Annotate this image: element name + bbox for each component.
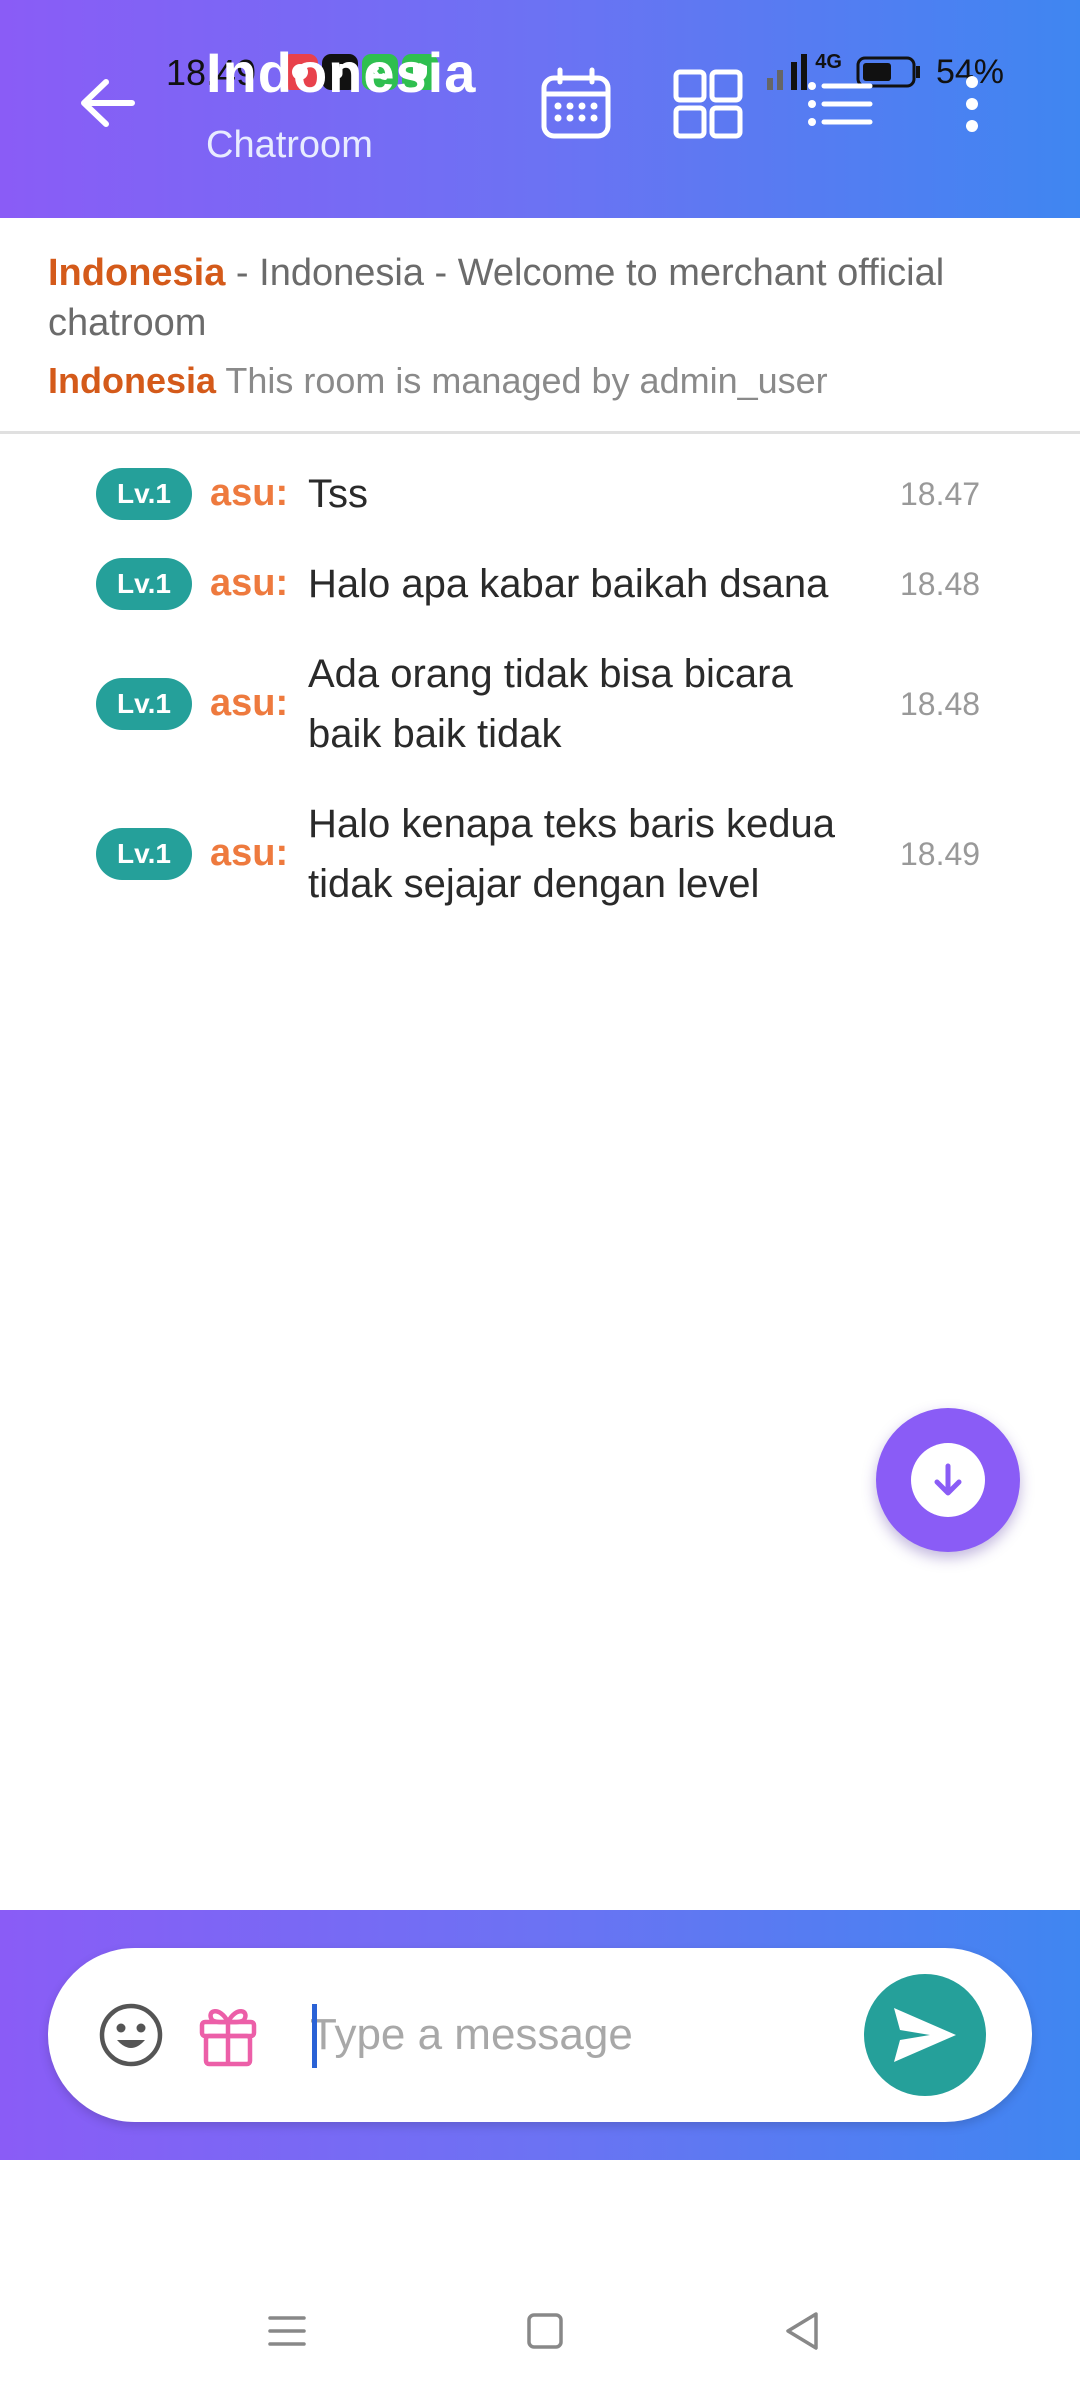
- level-badge: Lv.1: [96, 828, 192, 880]
- managed-text: This room is managed by admin_user: [216, 360, 828, 401]
- system-nav-bar: [0, 2250, 1080, 2400]
- room-name-secondary: Indonesia: [48, 360, 217, 401]
- send-icon: [894, 2008, 956, 2062]
- message-username[interactable]: asu:: [210, 472, 288, 515]
- more-vertical-icon[interactable]: [934, 66, 1010, 142]
- send-button[interactable]: [864, 1974, 986, 2096]
- message-username[interactable]: asu:: [210, 562, 288, 605]
- home-nav-icon[interactable]: [520, 2306, 570, 2356]
- level-badge: Lv.1: [96, 678, 192, 730]
- composer-pill: [48, 1948, 1032, 2122]
- scroll-to-bottom-button[interactable]: [876, 1408, 1020, 1552]
- scroll-button-inner: [911, 1443, 985, 1517]
- message-text: Halo apa kabar baikah dsana: [308, 562, 829, 606]
- message-text: Tss: [308, 472, 368, 516]
- text-cursor: [312, 2004, 317, 2068]
- level-badge: Lv.1: [96, 468, 192, 520]
- gift-icon[interactable]: [196, 2002, 260, 2068]
- message-input[interactable]: [310, 2000, 870, 2070]
- grid-icon[interactable]: [670, 66, 746, 142]
- manager-notice: Indonesia This room is managed by admin_…: [48, 360, 828, 402]
- page-title: Indonesia: [206, 41, 477, 104]
- message-time: 18.48: [900, 686, 981, 722]
- message-time: 18.48: [900, 566, 981, 602]
- app-header: 18.49 4G 54% Indonesia Chatroom: [0, 0, 1080, 218]
- message-text: Ada orang tidak bisa bicara baik baik ti…: [308, 652, 793, 756]
- page-subtitle: Chatroom: [206, 124, 373, 166]
- message-time: 18.49: [900, 836, 981, 872]
- back-arrow-icon[interactable]: [74, 70, 140, 136]
- calendar-icon[interactable]: [538, 66, 614, 142]
- composer-bar: [0, 1910, 1080, 2160]
- menu-nav-icon[interactable]: [262, 2306, 312, 2356]
- arrow-down-icon: [934, 1463, 962, 1496]
- message-time: 18.47: [900, 476, 981, 512]
- room-info: Indonesia - Indonesia - Welcome to merch…: [0, 218, 1080, 434]
- emoji-icon[interactable]: [98, 2002, 164, 2068]
- level-badge: Lv.1: [96, 558, 192, 610]
- message-text: Halo kenapa teks baris kedua tidak sejaj…: [308, 802, 835, 906]
- back-nav-icon[interactable]: [778, 2306, 828, 2356]
- welcome-message: Indonesia - Indonesia - Welcome to merch…: [48, 248, 1048, 348]
- room-name: Indonesia: [48, 252, 226, 294]
- list-icon[interactable]: [802, 66, 878, 142]
- message-username[interactable]: asu:: [210, 682, 288, 725]
- message-username[interactable]: asu:: [210, 832, 288, 875]
